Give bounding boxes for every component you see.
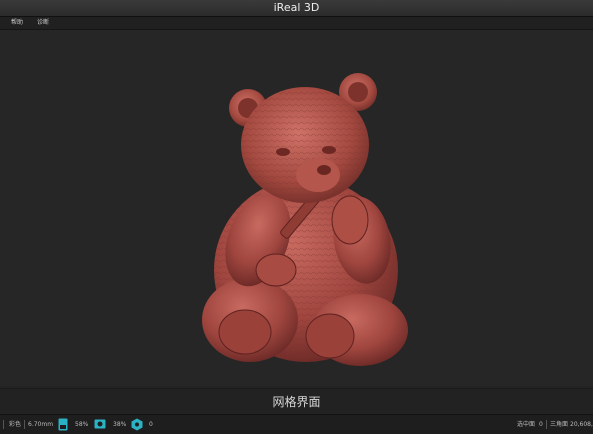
camera-percent: 38% [113,421,127,428]
3d-viewport[interactable] [0,30,593,386]
app-title: iReal 3D [273,1,320,14]
camera-icon[interactable] [94,419,106,429]
bear-model[interactable] [0,30,593,386]
caption-text: 网格界面 [272,395,321,409]
hexagon-icon[interactable] [131,418,143,431]
caption: 网格界面 [0,388,593,413]
storage-icon[interactable] [58,418,68,431]
triangles-label: 三角面 [550,421,569,428]
bear-right-paw [331,195,369,245]
menu-item-help[interactable]: 帮助 [11,17,23,29]
bear-left-paw [255,253,297,287]
distance-value: 6.70mm [28,421,54,428]
storage-percent: 58% [75,421,89,428]
color-mode-label: 彩色 [9,421,22,428]
menu-item-diagnose[interactable]: 诊断 [37,17,49,29]
bear-nose [317,165,331,175]
separator [24,420,25,429]
status-bar: 彩色 6.70mm 58% 38% 0 选中面 0 三角面 20,608, [0,414,593,434]
bear-right-eye [322,146,336,154]
separator [546,420,547,429]
title-bar: iReal 3D [0,0,593,17]
bear-left-foot [218,309,272,355]
bear-right-foot [305,313,355,359]
separator [3,420,4,429]
bear-muzzle [296,158,340,192]
selected-faces-value: 0 [539,421,543,428]
menu-bar: 帮助 诊断 [0,17,593,30]
selected-faces-label: 选中面 [517,421,536,428]
bear-left-eye [276,148,290,156]
triangles-value: 20,608, [570,421,593,428]
hex-count: 0 [149,421,153,428]
